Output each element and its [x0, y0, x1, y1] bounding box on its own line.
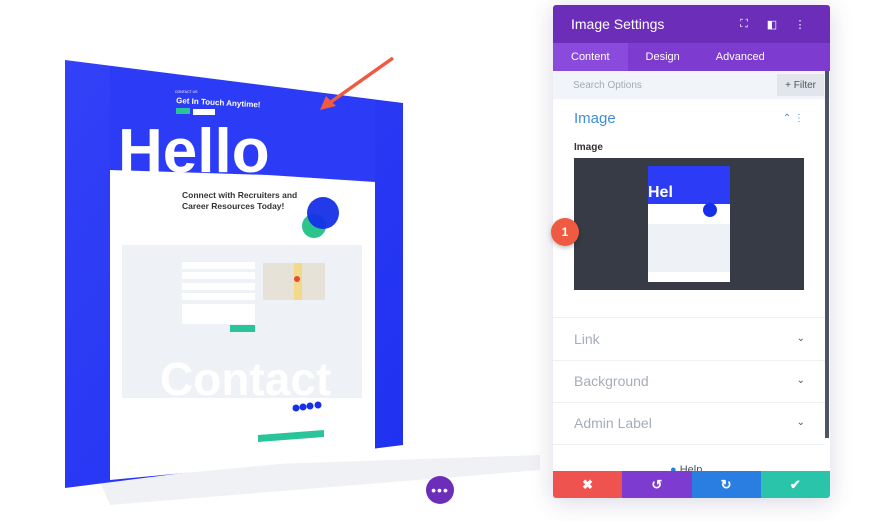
split-view-icon[interactable]: ◧ — [760, 18, 784, 31]
scrollbar[interactable] — [825, 71, 829, 438]
tab-advanced[interactable]: Advanced — [698, 43, 783, 71]
section-background[interactable]: Background — [574, 373, 649, 389]
redo-button[interactable]: ↻ — [691, 471, 761, 498]
form-submit — [230, 325, 255, 332]
tab-content[interactable]: Content — [553, 43, 628, 71]
chevron-down-icon[interactable]: ⌄ — [797, 333, 805, 344]
more-options-button[interactable]: ••• — [426, 476, 454, 504]
panel-header: Image Settings ⛶ ◧ ⋮ — [553, 5, 830, 43]
cancel-button[interactable]: ✖ — [553, 471, 623, 498]
section-admin-label[interactable]: Admin Label — [574, 415, 652, 431]
section-title: Career Resources Today! — [182, 201, 285, 211]
image-upload-preview[interactable]: Hel — [574, 158, 804, 290]
kicker: CONTACT US — [175, 90, 198, 94]
section-title: Connect with Recruiters and — [182, 190, 297, 200]
section-link[interactable]: Link — [574, 331, 600, 347]
contact-word: Contact — [160, 353, 331, 405]
image-section-title[interactable]: Image — [574, 110, 616, 127]
close-icon: ✖ — [582, 476, 594, 492]
chevron-down-icon[interactable]: ⌄ — [797, 417, 805, 428]
annotation-badge: 1 — [551, 218, 579, 246]
filter-button[interactable]: + Filter — [777, 74, 824, 96]
fullscreen-icon[interactable]: ⛶ — [732, 18, 756, 31]
layout-mockup-preview: Hello Contact CONTACT US Get In Touch An… — [65, 56, 540, 505]
more-vertical-icon[interactable]: ⋮ — [788, 18, 812, 31]
annotation-arrow — [326, 56, 395, 106]
save-button[interactable]: ✔ — [760, 471, 830, 498]
panel-title: Image Settings — [571, 16, 665, 32]
undo-button[interactable]: ↺ — [622, 471, 692, 498]
tab-design[interactable]: Design — [628, 43, 698, 71]
check-icon: ✔ — [789, 476, 801, 492]
undo-icon: ↺ — [651, 476, 663, 492]
chevron-up-icon[interactable]: ⌃ ⋮ — [783, 113, 804, 124]
redo-icon: ↻ — [720, 476, 732, 492]
chevron-down-icon[interactable]: ⌄ — [797, 375, 805, 386]
image-settings-panel: Image Settings ⛶ ◧ ⋮ Content Design Adva… — [553, 5, 830, 498]
image-field-label: Image — [574, 142, 603, 153]
search-input[interactable]: Search Options — [573, 80, 642, 91]
